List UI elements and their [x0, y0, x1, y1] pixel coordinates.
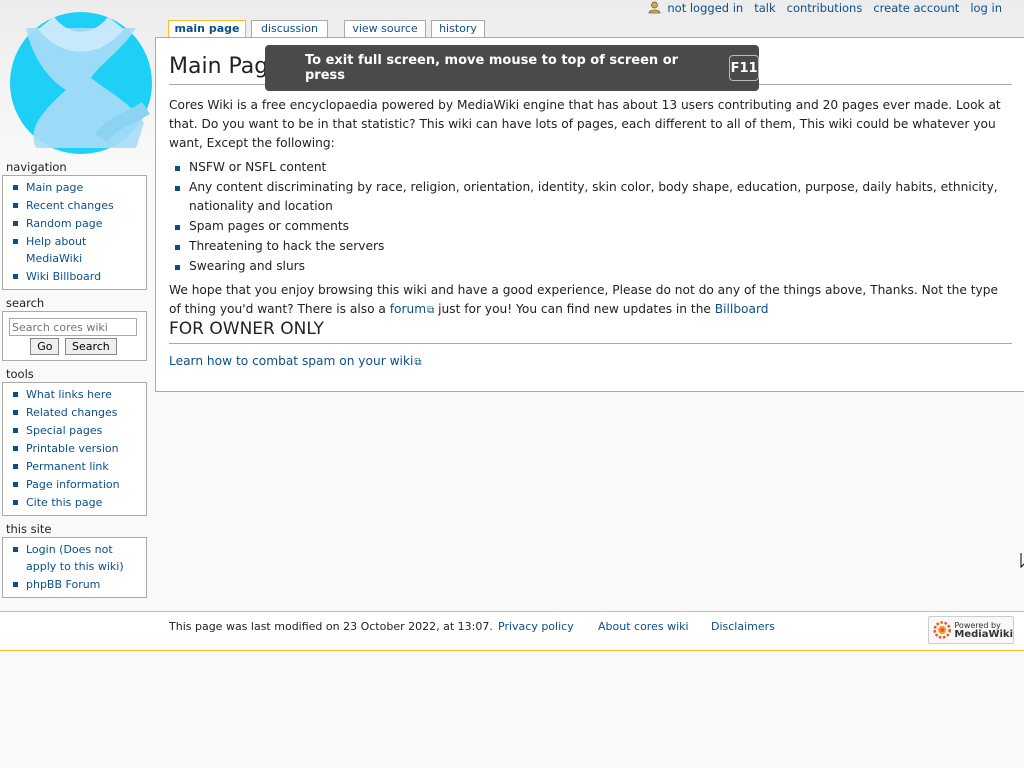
- search-heading: search: [6, 296, 45, 310]
- mouse-cursor-icon: [1020, 553, 1024, 569]
- powered-by-mediawiki-badge[interactable]: Powered by MediaWiki: [928, 616, 1014, 644]
- navigation-portlet: navigation Main page Recent changes Rand…: [2, 159, 147, 290]
- talk-link[interactable]: talk: [754, 1, 775, 15]
- outro-paragraph: We hope that you enjoy browsing this wik…: [169, 281, 1012, 320]
- site-logo[interactable]: [6, 8, 156, 158]
- tab-main-page[interactable]: main page: [168, 20, 246, 38]
- mediawiki-flower-icon: [933, 621, 951, 639]
- sidebar-item-billboard[interactable]: Wiki Billboard: [26, 270, 101, 283]
- footer: This page was last modified on 23 Octobe…: [0, 611, 1024, 651]
- privacy-policy-link[interactable]: Privacy policy: [498, 620, 574, 633]
- sidebar-item-recent-changes[interactable]: Recent changes: [26, 199, 114, 212]
- combat-spam-label: Learn how to combat spam on your wiki: [169, 354, 414, 368]
- navigation-heading: navigation: [6, 160, 67, 174]
- wiki-logo-icon: [10, 12, 152, 154]
- tools-portlet: tools What links here Related changes Sp…: [2, 366, 147, 516]
- forum-link-label: forum: [389, 302, 427, 316]
- create-account-link[interactable]: create account: [873, 1, 959, 15]
- external-link-icon: ⧉: [427, 305, 435, 316]
- sidebar-item-random-page[interactable]: Random page: [26, 217, 103, 230]
- sidebar-item-related-changes[interactable]: Related changes: [26, 406, 118, 419]
- personal-tools: not logged in talk contributions create …: [648, 1, 1002, 15]
- sidebar-item-help[interactable]: Help about MediaWiki: [26, 235, 86, 265]
- page-body: Cores Wiki is a free encyclopaedia power…: [169, 96, 1012, 325]
- rules-list: NSFW or NSFL content Any content discrim…: [169, 158, 1012, 276]
- powered-by-text: Powered by MediaWiki: [954, 621, 1013, 640]
- navigation-body: Main page Recent changes Random page Hel…: [2, 175, 147, 290]
- log-in-link[interactable]: log in: [970, 1, 1002, 15]
- about-link[interactable]: About cores wiki: [598, 620, 689, 633]
- user-icon: [648, 1, 661, 14]
- contributions-link[interactable]: contributions: [787, 1, 863, 15]
- fullscreen-notice-text: To exit full screen, move mouse to top o…: [305, 53, 679, 83]
- f11-key-badge: F11: [729, 55, 759, 81]
- powered-by-line2: MediaWiki: [954, 629, 1013, 640]
- billboard-link[interactable]: Billboard: [715, 302, 769, 316]
- combat-spam-link[interactable]: Learn how to combat spam on your wiki⧉: [169, 354, 422, 368]
- disclaimers-link[interactable]: Disclaimers: [711, 620, 775, 633]
- last-modified-text: This page was last modified on 23 Octobe…: [169, 620, 493, 633]
- tab-discussion[interactable]: discussion: [251, 20, 328, 37]
- sidebar-item-main-page[interactable]: Main page: [26, 181, 83, 194]
- list-item: NSFW or NSFL content: [175, 158, 1012, 177]
- list-item: Any content discriminating by race, reli…: [175, 178, 1012, 216]
- search-button[interactable]: Search: [64, 338, 117, 355]
- list-item: Swearing and slurs: [175, 257, 1012, 276]
- not-logged-in-label: not logged in: [667, 1, 744, 15]
- sidebar-item-special-pages[interactable]: Special pages: [26, 424, 102, 437]
- search-body: Go Search: [2, 311, 147, 361]
- tools-heading: tools: [6, 367, 34, 381]
- section-heading-owner: FOR OWNER ONLY: [169, 319, 1012, 344]
- sidebar-item-page-information[interactable]: Page information: [26, 478, 120, 491]
- this-site-portlet: this site Login (Does not apply to this …: [2, 521, 147, 598]
- forum-link[interactable]: forum⧉: [390, 302, 435, 316]
- list-item: Threatening to hack the servers: [175, 237, 1012, 256]
- external-link-icon: ⧉: [414, 357, 422, 368]
- sidebar-item-cite-this-page[interactable]: Cite this page: [26, 496, 102, 509]
- sidebar-item-phpbb-forum[interactable]: phpBB Forum: [26, 578, 100, 591]
- tab-view-source[interactable]: view source: [344, 20, 426, 37]
- fullscreen-notice: To exit full screen, move mouse to top o…: [265, 45, 759, 91]
- tools-body: What links here Related changes Special …: [2, 382, 147, 516]
- tab-history[interactable]: history: [431, 20, 485, 37]
- search-input[interactable]: [9, 318, 137, 336]
- this-site-heading: this site: [6, 522, 52, 536]
- sidebar-item-what-links-here[interactable]: What links here: [26, 388, 112, 401]
- this-site-body: Login (Does not apply to this wiki) phpB…: [2, 537, 147, 598]
- search-buttons: Go Search: [5, 338, 142, 355]
- sidebar-item-permanent-link[interactable]: Permanent link: [26, 460, 109, 473]
- intro-paragraph: Cores Wiki is a free encyclopaedia power…: [169, 98, 1001, 150]
- search-portlet: search Go Search: [2, 295, 147, 361]
- not-logged-in-item: not logged in: [648, 1, 743, 15]
- list-item: Spam pages or comments: [175, 217, 1012, 236]
- outro-text-2: just for you! You can find new updates i…: [438, 302, 711, 316]
- sidebar-item-printable-version[interactable]: Printable version: [26, 442, 119, 455]
- sidebar-item-login[interactable]: Login (Does not apply to this wiki): [26, 543, 124, 573]
- go-button[interactable]: Go: [30, 338, 60, 355]
